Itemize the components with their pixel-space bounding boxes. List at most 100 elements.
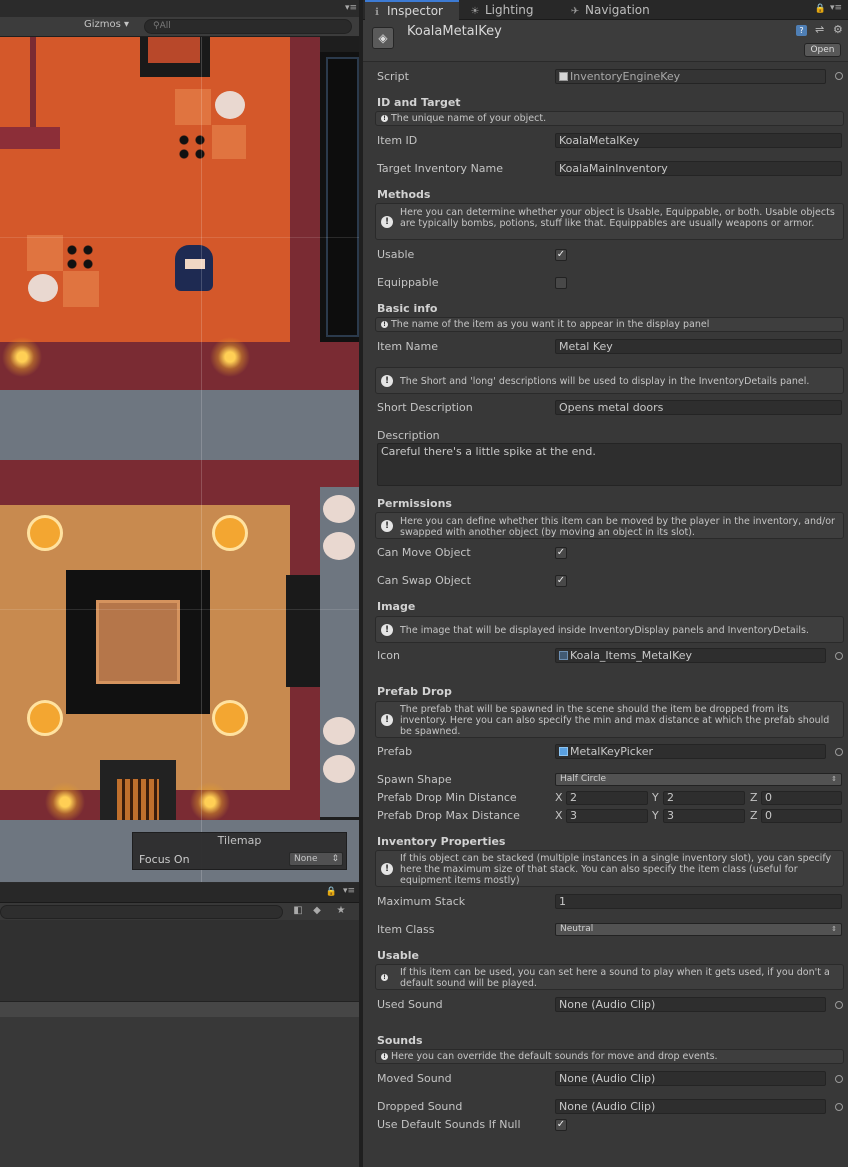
info-bubble-icon: ! [381,1053,388,1060]
portcullis-bars [117,779,159,823]
y-axis-label: Y [652,791,659,804]
pot-icon [215,91,245,119]
scene-search-input[interactable]: ⚲All [144,19,352,34]
info-bubble-icon: ! [381,974,388,981]
use-default-sounds-checkbox[interactable]: ✓ [555,1119,567,1131]
dropped-sound-label: Dropped Sound [377,1100,463,1113]
description-textarea[interactable]: Careful there's a little spike at the en… [377,443,842,486]
tilemap-overlay: Tilemap Focus On None ⇕ [132,832,347,870]
scene-viewport[interactable]: Tilemap Focus On None ⇕ [0,37,359,882]
gizmos-dropdown[interactable]: Gizmos ▾ [84,19,129,30]
help-text: Here you can define whether this item ca… [400,516,835,538]
unity-object-icon: ◈ [372,27,394,49]
object-picker-icon[interactable] [835,1001,843,1009]
object-name: KoalaMetalKey [407,24,502,39]
help-box-inventory: ! If this object can be stacked (multiple… [375,850,844,887]
min-distance-x-input[interactable]: 2 [566,791,648,805]
help-box-basic: ! The name of the item as you want it to … [375,317,844,332]
tab-menu-icon[interactable]: ▾≡ [345,3,357,13]
item-class-dropdown[interactable]: Neutral ⇕ [555,923,842,936]
dropped-sound-field[interactable]: None (Audio Clip) [555,1099,826,1114]
help-box-id: ! The unique name of your object. [375,111,844,126]
max-distance-x-input[interactable]: 3 [566,809,648,823]
help-text: The Short and 'long' descriptions will b… [400,376,810,387]
x-axis-label: X [555,809,563,822]
info-bubble-icon: ! [381,714,393,726]
item-id-input[interactable]: KoalaMetalKey [555,133,842,148]
object-picker-icon[interactable] [835,748,843,756]
tab-inspector[interactable]: ℹ Inspector [365,0,459,20]
tab-menu-icon[interactable]: ▾≡ [343,886,355,896]
object-picker-icon[interactable] [835,72,843,80]
tab-label: Inspector [387,4,443,18]
search-icon: ⚲ [153,21,160,31]
section-header-id-target: ID and Target [377,96,461,109]
min-distance-z-input[interactable]: 0 [761,791,842,805]
stone-corridor [0,390,359,460]
gate-icon [286,575,320,687]
can-move-checkbox[interactable]: ✓ [555,547,567,559]
corridor-edge [326,57,359,337]
item-id-label: Item ID [377,134,418,147]
tab-lighting[interactable]: ☀ Lighting [463,0,555,20]
help-box-descriptions: ! The Short and 'long' descriptions will … [375,367,844,394]
object-picker-icon[interactable] [835,1075,843,1083]
open-button[interactable]: Open [804,43,841,57]
info-bubble-icon: ! [381,216,393,228]
search-placeholder: All [159,21,171,31]
object-picker-icon[interactable] [835,1103,843,1111]
prefab-label: Prefab [377,745,413,758]
max-distance-z-input[interactable]: 0 [761,809,842,823]
gear-icon[interactable]: ⚙ [833,23,843,36]
help-box-prefab: ! The prefab that will be spawned in the … [375,701,844,738]
script-field[interactable]: InventoryEngineKey [555,69,826,84]
equippable-checkbox[interactable] [555,277,567,289]
target-inventory-input[interactable]: KoalaMainInventory [555,161,842,176]
grid-line-h [0,609,359,610]
tab-label: Lighting [485,3,534,17]
wall-right-upper [290,37,320,387]
tab-menu-icon[interactable]: ▾≡ [830,3,842,13]
short-description-input[interactable]: Opens metal doors [555,400,842,415]
help-text: Here you can override the default sounds… [391,1051,718,1062]
z-axis-label: Z [750,791,758,804]
maximum-stack-input[interactable]: 1 [555,894,842,909]
sprite-icon [559,651,568,660]
crate-tile [27,235,63,271]
usable-checkbox[interactable]: ✓ [555,249,567,261]
help-box-usable: ! If this item can be used, you can set h… [375,964,844,990]
item-name-input[interactable]: Metal Key [555,339,842,354]
section-header-inventory-properties: Inventory Properties [377,835,506,848]
use-default-sounds-label: Use Default Sounds If Null [377,1118,521,1131]
lock-icon[interactable]: 🔒 [815,4,826,14]
torch-icon [210,337,250,377]
project-selected-row[interactable] [0,1002,359,1017]
lock-icon[interactable]: 🔒 [326,887,337,897]
gizmos-label: Gizmos [84,19,121,30]
updown-arrow-icon: ⇕ [331,854,339,864]
updown-arrow-icon: ⇕ [831,775,837,783]
z-axis-label: Z [750,809,758,822]
favorites-star-icon[interactable]: ★ [334,905,348,919]
used-sound-field[interactable]: None (Audio Clip) [555,997,826,1012]
max-distance-y-input[interactable]: 3 [663,809,745,823]
min-distance-y-input[interactable]: 2 [663,791,745,805]
icon-field[interactable]: Koala_Items_MetalKey [555,648,826,663]
object-picker-icon[interactable] [835,652,843,660]
focus-on-label: Focus On [139,853,190,866]
prefab-field[interactable]: MetalKeyPicker [555,744,826,759]
spawn-shape-dropdown[interactable]: Half Circle ⇕ [555,773,842,786]
can-swap-checkbox[interactable]: ✓ [555,575,567,587]
focus-on-dropdown[interactable]: None ⇕ [289,852,343,866]
can-move-label: Can Move Object [377,546,471,559]
prefab-cube-icon [559,747,568,756]
help-book-icon[interactable]: ? [796,25,807,36]
preset-sliders-icon[interactable]: ⇌ [815,23,824,36]
tab-navigation[interactable]: ✈ Navigation [563,0,673,20]
torch-icon [45,782,85,822]
moved-sound-field[interactable]: None (Audio Clip) [555,1071,826,1086]
filter-type-icon[interactable]: ◧ [291,905,305,919]
project-search-input[interactable] [0,905,283,919]
inspector-tabbar: ℹ Inspector ☀ Lighting ✈ Navigation 🔒 ▾≡ [363,0,848,20]
filter-label-icon[interactable]: ◆ [310,905,324,919]
